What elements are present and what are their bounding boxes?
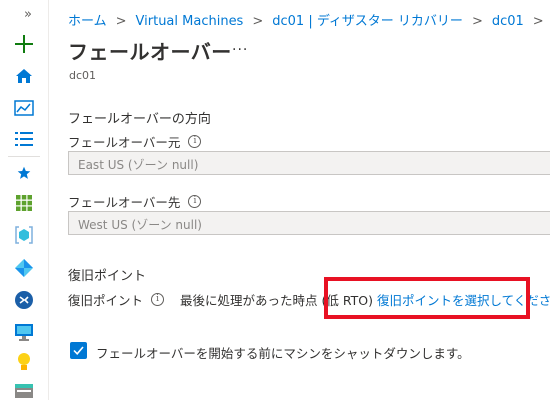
failover-source-label: フェールオーバー元: [68, 135, 181, 150]
info-icon[interactable]: i: [188, 135, 202, 148]
highlight-box: [324, 277, 530, 319]
main-content: ホーム > Virtual Machines > dc01 | ディザスター リカバリー…: [68, 0, 550, 400]
page-subtitle: dc01: [69, 69, 97, 82]
home-icon[interactable]: [12, 64, 36, 88]
breadcrumb-disaster-recovery[interactable]: dc01 | ディザスター リカバリー: [272, 14, 463, 29]
failover-direction-heading: フェールオーバーの方向: [68, 112, 211, 127]
create-resource-icon[interactable]: [13, 33, 35, 55]
favorites-star-icon[interactable]: [12, 161, 36, 185]
failover-source-field: East US (ゾーン null): [68, 151, 550, 175]
resource-groups-icon[interactable]: [12, 223, 36, 247]
shutdown-checkbox[interactable]: [70, 342, 87, 359]
failover-target-label-row: フェールオーバー先 i: [68, 192, 202, 211]
left-sidebar: »: [0, 0, 49, 400]
breadcrumb-separator: >: [115, 14, 127, 29]
sidebar-divider: [8, 156, 40, 157]
breadcrumb-dc01[interactable]: dc01: [492, 14, 524, 29]
info-icon[interactable]: i: [188, 195, 202, 208]
dashboard-icon[interactable]: [12, 96, 36, 120]
advisor-icon[interactable]: [12, 350, 36, 374]
all-services-icon[interactable]: [12, 127, 36, 151]
failover-target-label: フェールオーバー先: [68, 195, 181, 210]
storage-icon[interactable]: [12, 378, 36, 402]
breadcrumb-separator: >: [532, 14, 544, 29]
recovery-point-label: 復旧ポイント: [68, 293, 144, 308]
more-options-button[interactable]: ···: [232, 42, 248, 58]
virtual-machines-icon[interactable]: [12, 320, 36, 344]
failover-target-field: West US (ゾーン null): [68, 211, 550, 235]
breadcrumb-virtual-machines[interactable]: Virtual Machines: [136, 14, 244, 29]
breadcrumb-separator: >: [471, 14, 483, 29]
failover-source-label-row: フェールオーバー元 i: [68, 132, 202, 151]
checkmark-icon: [73, 346, 84, 355]
info-icon[interactable]: i: [151, 293, 165, 306]
breadcrumb-separator: >: [252, 14, 264, 29]
all-resources-icon[interactable]: [12, 191, 36, 215]
shutdown-checkbox-label[interactable]: フェールオーバーを開始する前にマシンをシャットダウンします。: [96, 343, 470, 362]
expand-menu-icon[interactable]: »: [24, 7, 32, 22]
breadcrumb: ホーム > Virtual Machines > dc01 | ディザスター リカバリー…: [68, 10, 550, 29]
app-services-icon[interactable]: [12, 256, 36, 280]
sql-databases-icon[interactable]: [12, 288, 36, 312]
recovery-point-heading: 復旧ポイント: [68, 269, 147, 284]
breadcrumb-home[interactable]: ホーム: [68, 14, 107, 29]
page-title: フェールオーバー: [68, 40, 232, 64]
